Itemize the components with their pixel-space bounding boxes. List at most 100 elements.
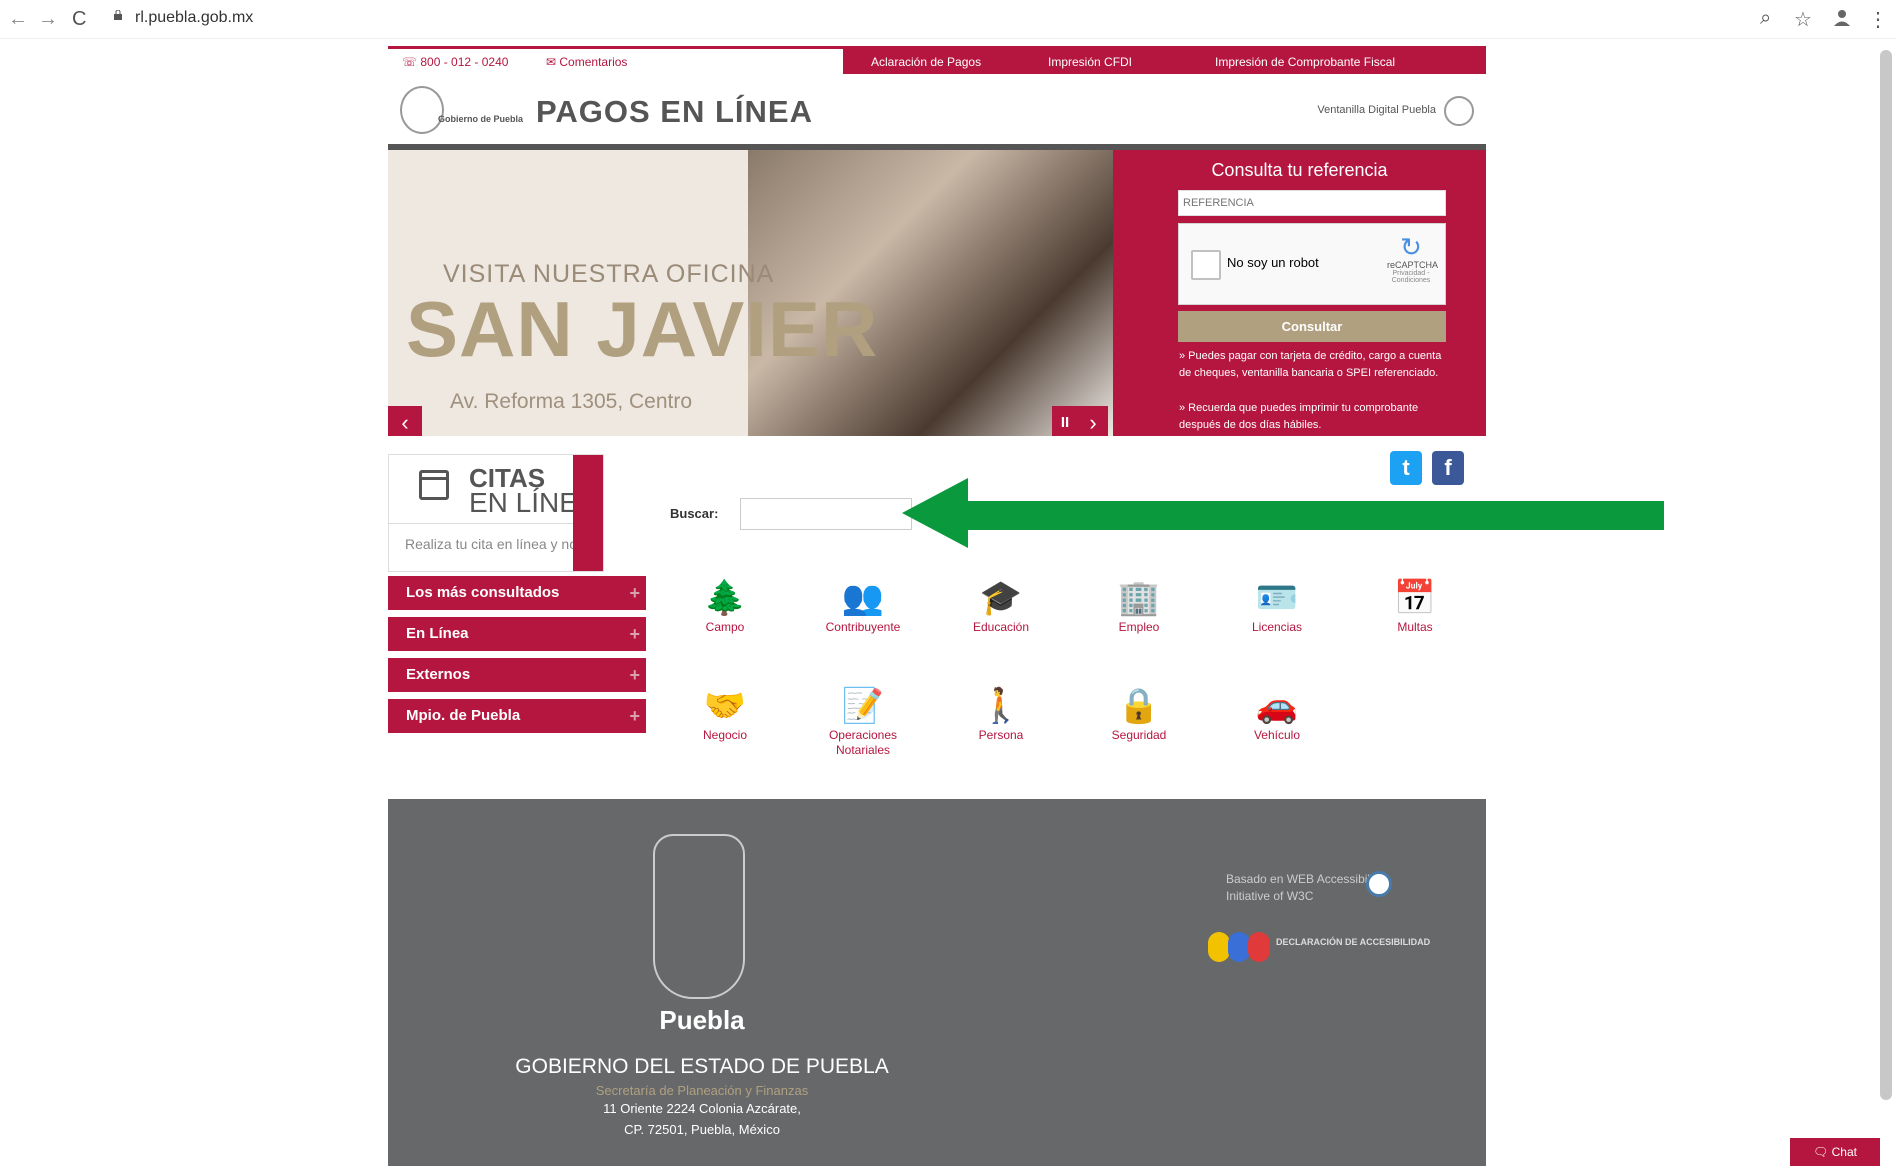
tree-icon: 🌲 [703,579,747,617]
citas-description: Realiza tu cita en línea y no hagas fila… [389,523,573,571]
menu-en-linea[interactable]: En Línea + [388,617,646,651]
footer-address-line1: 11 Oriente 2224 Colonia Azcárate, [603,1101,801,1116]
footer-address-line2: CP. 72501, Puebla, México [624,1122,780,1137]
category-label: Vehículo [1253,728,1301,742]
category-label: Operaciones Notariales [828,728,898,757]
recaptcha-checkbox[interactable] [1191,250,1221,280]
category-label: Seguridad [1111,728,1167,742]
comments-label: Comentarios [559,55,628,69]
category-negocio[interactable]: 🤝 Negocio [670,684,780,743]
building-icon: 🏢 [1117,579,1161,617]
recaptcha-label: No soy un robot [1227,255,1319,270]
id-card-icon: 🪪 [1255,579,1299,617]
consultar-button[interactable]: Consultar [1178,311,1446,342]
category-vehiculo[interactable]: 🚗 Vehículo [1222,684,1332,743]
page-title: PAGOS EN LÍNEA [536,94,813,129]
recaptcha-widget: No soy un robot ↻ reCAPTCHA Privacidad -… [1178,223,1446,305]
search-input[interactable] [740,498,912,530]
category-label: Educación [972,620,1030,634]
handshake-icon: 🤝 [703,687,747,725]
page-scrollbar[interactable] [1880,50,1892,1100]
wai-line2: Initiative of W3C [1226,889,1314,903]
payment-note: » Puedes pagar con tarjeta de crédito, c… [1179,350,1442,379]
print-note: » Recuerda que puedes imprimir tu compro… [1179,402,1419,431]
menu-label: En Línea [406,625,469,642]
citas-en-linea-banner[interactable]: CITAS EN LÍNEA Realiza tu cita en línea … [388,454,604,572]
graduation-cap-icon: 🎓 [979,579,1023,617]
category-empleo[interactable]: 🏢 Empleo [1084,576,1194,635]
recaptcha-icon: ↻ [1400,232,1422,262]
hero-carousel: VISITA NUESTRA OFICINA SAN JAVIER Av. Re… [388,150,1113,436]
menu-label: Los más consultados [406,584,560,601]
link-impresion-comprobante[interactable]: Impresión de Comprobante Fiscal [1215,55,1395,69]
calendar-check-icon: 📅 [1393,579,1437,617]
hero-headline: SAN JAVIER [406,285,879,373]
link-impresion-cfdi[interactable]: Impresión CFDI [1048,55,1132,69]
accessibility-dot-yellow [1208,932,1230,962]
edit-document-icon: 📝 [841,687,885,725]
search-label: Buscar: [670,506,719,521]
green-arrow-annotation [902,478,1664,548]
contact-bar: ☏ 800 - 012 - 0240 ✉ Comentarios [388,49,843,77]
accessibility-declaration-link[interactable]: DECLARACIÓN DE ACCESIBILIDAD [1276,937,1430,947]
browser-toolbar: ← → C rl.puebla.gob.mx ⌕ ☆ ⋮ [0,0,1896,39]
category-seguridad[interactable]: 🔒 Seguridad [1084,684,1194,743]
menu-label: Mpio. de Puebla [406,707,521,724]
phone-number: 800 - 012 - 0240 [420,55,509,69]
phone-link[interactable]: ☏ 800 - 012 - 0240 [402,55,508,69]
footer-government-name: GOBIERNO DEL ESTADO DE PUEBLA [515,1055,889,1078]
expand-plus-icon: + [629,583,640,603]
wai-badge-text[interactable]: Basado en WEB Accessibility Initiative o… [1226,871,1382,905]
expand-plus-icon: + [629,624,640,644]
footer-puebla-logo-text: Puebla [659,1005,745,1035]
lock-icon: 🔒 [1117,687,1161,725]
recaptcha-brand: reCAPTCHA [1387,260,1439,270]
carousel-next-button[interactable]: › [1078,406,1108,436]
gobierno-label: Gobierno de Puebla [438,114,524,124]
forward-icon[interactable]: → [38,8,58,31]
carousel-prev-button[interactable]: ‹ [388,406,422,436]
back-icon[interactable]: ← [8,8,28,31]
accessibility-dot-red [1248,932,1270,962]
reload-icon[interactable]: C [72,8,86,31]
referencia-panel: Consulta tu referencia No soy un robot ↻… [1113,150,1486,436]
comments-link[interactable]: ✉ Comentarios [546,55,627,69]
zoom-icon[interactable]: ⌕ [1760,7,1771,30]
carousel-pause-button[interactable]: II [1052,406,1078,436]
category-label: Persona [978,728,1024,742]
expand-plus-icon: + [629,706,640,726]
category-persona[interactable]: 🚶 Persona [946,684,1056,743]
browser-menu-icon[interactable]: ⋮ [1868,7,1888,32]
expand-plus-icon: + [629,665,640,685]
chat-button[interactable]: 🗨 Chat [1790,1138,1880,1166]
menu-externos[interactable]: Externos + [388,658,646,692]
profile-icon[interactable] [1832,7,1852,27]
recaptcha-terms[interactable]: Privacidad - Condiciones [1387,270,1435,284]
category-operaciones-notariales[interactable]: 📝 Operaciones Notariales [808,684,918,758]
category-multas[interactable]: 📅 Multas [1360,576,1470,635]
accessibility-dot-blue [1228,932,1250,962]
puebla-coat-of-arms-logo [653,834,745,999]
category-label: Licencias [1251,620,1303,634]
car-icon: 🚗 [1255,687,1299,725]
menu-mpio-puebla[interactable]: Mpio. de Puebla + [388,699,646,733]
category-licencias[interactable]: 🪪 Licencias [1222,576,1332,635]
person-icon: 🚶 [979,687,1023,725]
bookmark-star-icon[interactable]: ☆ [1794,7,1812,32]
referencia-input[interactable] [1178,190,1446,216]
menu-los-mas-consultados[interactable]: Los más consultados + [388,576,646,610]
gobierno-seal-logo[interactable] [400,86,444,134]
footer: Puebla GOBIERNO DEL ESTADO DE PUEBLA Sec… [388,799,1486,1166]
link-aclaracion-pagos[interactable]: Aclaración de Pagos [871,55,981,69]
category-campo[interactable]: 🌲 Campo [670,576,780,635]
category-contribuyente[interactable]: 👥 Contribuyente [808,576,918,635]
hero-address: Av. Reforma 1305, Centro [450,390,693,413]
recaptcha-logo: ↻ reCAPTCHA Privacidad - Condiciones [1387,232,1439,284]
brand-header: Gobierno de Puebla PAGOS EN LÍNEA Ventan… [388,74,1486,150]
address-bar[interactable]: rl.puebla.gob.mx [135,9,253,27]
lock-icon [114,10,122,20]
site: ☏ 800 - 012 - 0240 ✉ Comentarios Aclarac… [388,46,1486,1166]
category-educacion[interactable]: 🎓 Educación [946,576,1056,635]
footer-secretaria: Secretaría de Planeación y Finanzas [595,1083,809,1098]
top-bar: ☏ 800 - 012 - 0240 ✉ Comentarios Aclarac… [388,46,1486,77]
